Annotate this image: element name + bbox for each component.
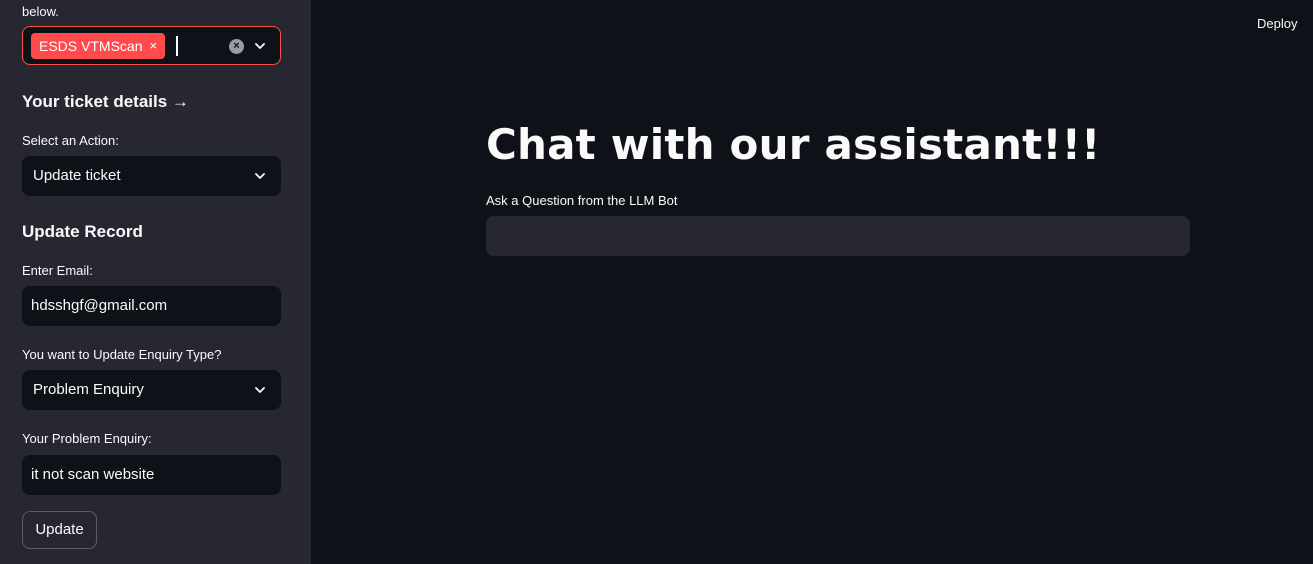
enquiry-type-label: You want to Update Enquiry Type? — [22, 347, 222, 362]
enquiry-type-select[interactable]: Problem Enquiry — [22, 370, 281, 410]
action-label: Select an Action: — [22, 133, 119, 148]
page-title: Chat with our assistant!!! — [486, 120, 1101, 169]
chevron-down-icon — [255, 173, 265, 179]
email-label: Enter Email: — [22, 263, 93, 278]
chevron-down-icon[interactable] — [255, 41, 265, 51]
update-record-heading: Update Record — [22, 222, 143, 241]
problem-enquiry-field[interactable]: it not scan website — [22, 455, 281, 495]
action-select-value: Update ticket — [33, 167, 121, 184]
problem-enquiry-label: Your Problem Enquiry: — [22, 431, 152, 446]
deploy-button[interactable]: Deploy — [1257, 16, 1297, 31]
app-root: below. ESDS VTMScan × × Your ticket deta… — [0, 0, 1313, 564]
question-label: Ask a Question from the LLM Bot — [486, 193, 678, 208]
selected-tag: ESDS VTMScan × — [31, 33, 166, 59]
email-field[interactable]: hdsshgf@gmail.com — [22, 286, 281, 326]
ticket-details-heading: Your ticket details → — [22, 92, 189, 111]
remove-tag-icon[interactable]: × — [149, 33, 157, 59]
action-select[interactable]: Update ticket — [22, 156, 281, 196]
clear-all-icon[interactable]: × — [229, 39, 244, 54]
selected-tag-label: ESDS VTMScan — [39, 38, 143, 54]
enquiry-type-value: Problem Enquiry — [33, 381, 144, 398]
chevron-down-icon — [255, 387, 265, 393]
text-cursor — [176, 36, 178, 56]
question-input[interactable] — [486, 216, 1190, 256]
product-multiselect[interactable]: ESDS VTMScan × × — [22, 26, 281, 65]
update-button[interactable]: Update — [22, 511, 97, 549]
sidebar-intro-text: below. — [22, 4, 59, 19]
sidebar: below. ESDS VTMScan × × Your ticket deta… — [0, 0, 311, 564]
